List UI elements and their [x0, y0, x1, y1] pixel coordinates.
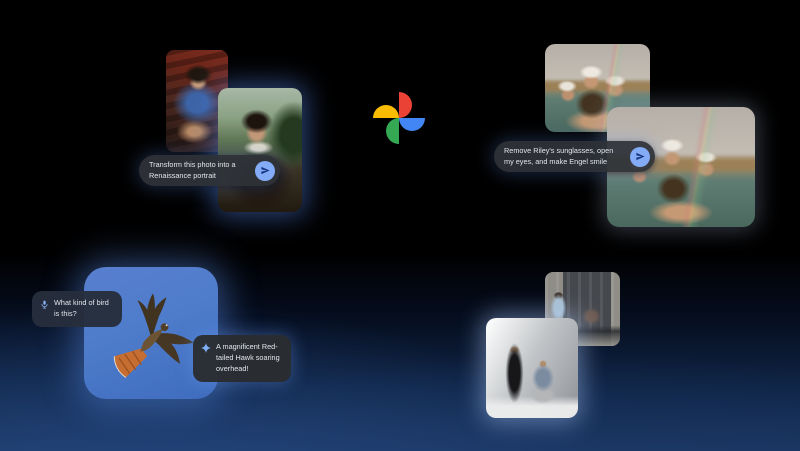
- answer-bubble: A magnificent Red-tailed Hawk soaring ov…: [193, 335, 291, 382]
- google-photos-logo-icon: [373, 92, 425, 144]
- photo-studio[interactable]: [486, 318, 578, 418]
- prompt-text: Transform this photo into a Renaissance …: [149, 160, 249, 181]
- photo-renaissance-result[interactable]: [218, 88, 302, 212]
- promo-canvas: Transform this photo into a Renaissance …: [0, 0, 800, 451]
- answer-text: A magnificent Red-tailed Hawk soaring ov…: [216, 342, 283, 375]
- send-arrow-icon: [635, 151, 646, 162]
- send-button[interactable]: [255, 161, 275, 181]
- prompt-text: Remove Riley's sunglasses, open my eyes,…: [504, 146, 624, 167]
- send-button[interactable]: [630, 147, 650, 167]
- send-arrow-icon: [260, 165, 271, 176]
- voice-mic-icon: [40, 299, 49, 310]
- gemini-sparkle-icon: [201, 343, 211, 353]
- question-text: What kind of bird is this?: [54, 298, 114, 320]
- question-bubble: What kind of bird is this?: [32, 291, 122, 327]
- prompt-pill-retouch[interactable]: Remove Riley's sunglasses, open my eyes,…: [494, 141, 655, 172]
- prompt-pill-renaissance[interactable]: Transform this photo into a Renaissance …: [139, 155, 280, 186]
